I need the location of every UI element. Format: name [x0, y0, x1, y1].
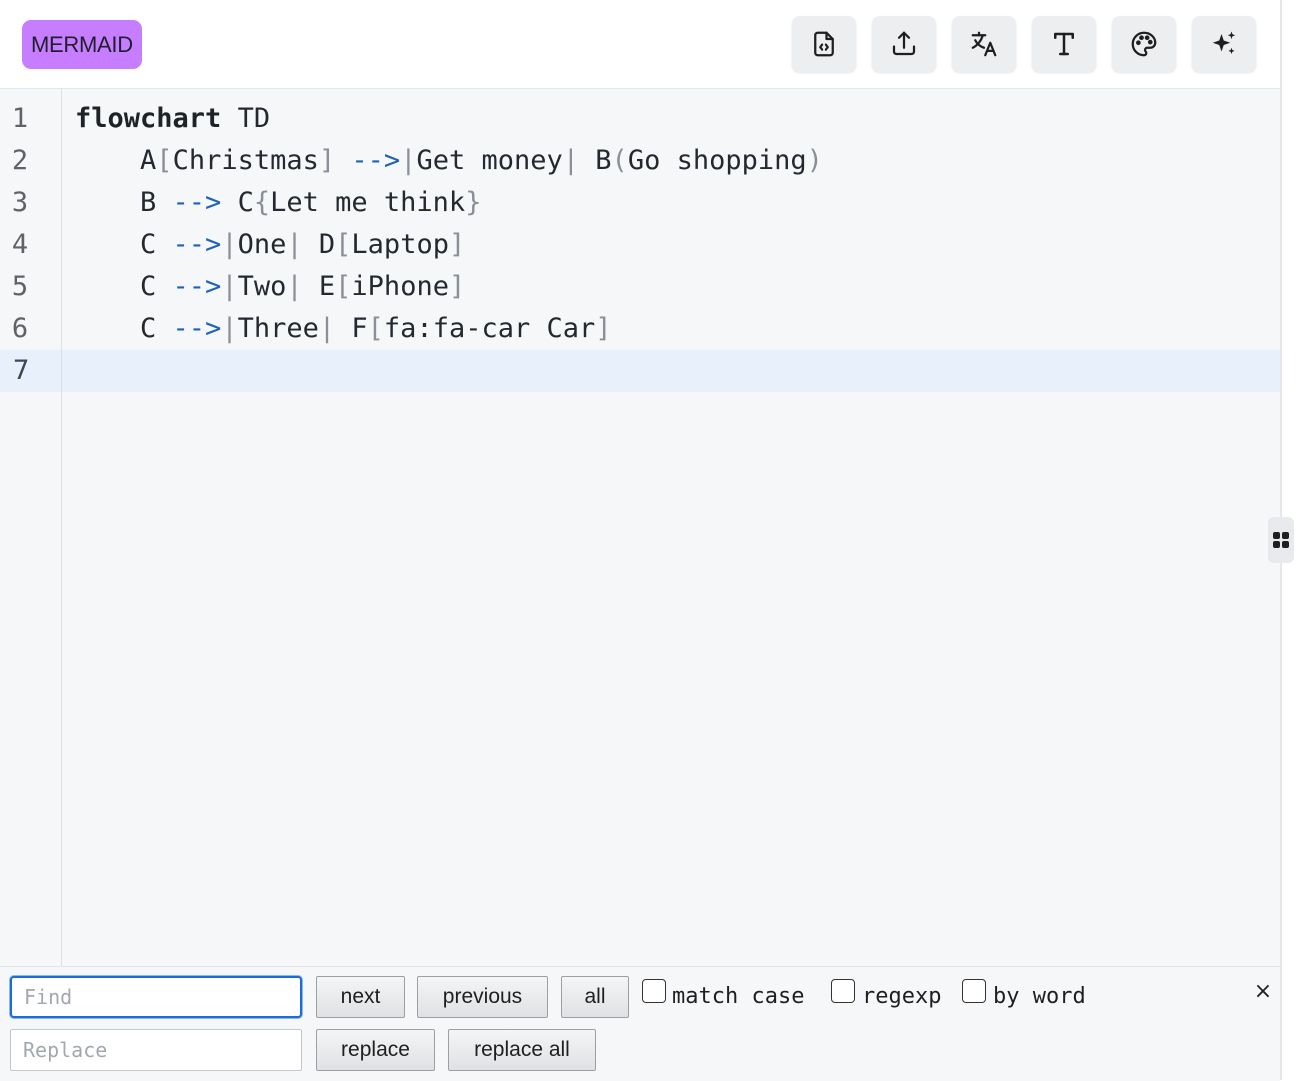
- code-token: TD: [221, 103, 271, 134]
- replace-placeholder: Replace: [23, 1038, 108, 1062]
- code-token: flowchart: [75, 103, 222, 134]
- match-case-label: match case: [672, 984, 805, 1009]
- regexp-label: regexp: [862, 984, 942, 1009]
- by-word-checkbox[interactable]: [962, 979, 986, 1003]
- code-token: Get money: [416, 145, 563, 176]
- code-token: -->: [172, 229, 222, 260]
- code-token: C: [140, 229, 173, 260]
- replace-all-button[interactable]: replace all: [448, 1029, 596, 1071]
- replace-button[interactable]: replace: [316, 1029, 435, 1071]
- by-word-label: by word: [993, 984, 1086, 1009]
- share-button[interactable]: [872, 16, 936, 72]
- code-token: -->: [351, 145, 401, 176]
- regexp-checkbox[interactable]: [831, 979, 855, 1003]
- line-number: 6: [11, 313, 29, 344]
- code-token: ]: [448, 229, 466, 260]
- code-token: [: [335, 229, 352, 260]
- find-input[interactable]: Find: [10, 976, 302, 1018]
- code-token: Three: [237, 313, 319, 344]
- code-token: |: [221, 229, 238, 260]
- code-line[interactable]: flowchart TD: [62, 98, 1280, 140]
- code-line[interactable]: [62, 350, 1280, 392]
- code-line[interactable]: C -->|Three| F[fa:fa-car Car]: [62, 308, 1280, 350]
- line-number: 2: [11, 145, 29, 176]
- line-number: 4: [11, 229, 29, 260]
- code-token: {: [253, 187, 271, 218]
- code-token: C: [140, 271, 173, 302]
- code-editor[interactable]: 1234567 flowchart TD A[Christmas] -->|Ge…: [0, 89, 1280, 966]
- line-number: 3: [11, 187, 29, 218]
- font-type-icon: [1054, 32, 1074, 56]
- line-number: 1: [11, 103, 29, 134]
- find-placeholder: Find: [24, 985, 73, 1009]
- code-token: |: [221, 313, 238, 344]
- share-upload-icon: [892, 31, 916, 56]
- code-token: -->: [172, 271, 222, 302]
- replace-input[interactable]: Replace: [10, 1029, 302, 1071]
- toolbar: MERMAID: [0, 0, 1280, 89]
- drag-handle-icon: [1273, 532, 1289, 548]
- code-token: Let me think: [270, 187, 466, 218]
- code-token: [: [335, 271, 352, 302]
- palette-icon: [1131, 31, 1157, 57]
- code-token: B: [579, 145, 612, 176]
- code-token: D: [302, 229, 336, 260]
- code-token: B: [140, 187, 173, 218]
- code-token: C: [140, 313, 173, 344]
- match-case-checkbox[interactable]: [642, 979, 666, 1003]
- code-token: ]: [595, 313, 612, 344]
- code-token: -->: [172, 187, 222, 218]
- ai-button[interactable]: [1192, 16, 1256, 72]
- sparkles-icon: [1212, 31, 1236, 54]
- line-number: 5: [11, 271, 29, 302]
- code-token: E: [302, 271, 336, 302]
- code-token: F: [335, 313, 368, 344]
- code-token: Two: [237, 271, 287, 302]
- code-token: Laptop: [351, 229, 449, 260]
- file-code-button[interactable]: [792, 16, 856, 72]
- font-button[interactable]: [1032, 16, 1096, 72]
- find-previous-button[interactable]: previous: [417, 976, 548, 1018]
- code-token: }: [465, 187, 482, 218]
- resize-handle[interactable]: [1268, 517, 1294, 563]
- code-line[interactable]: C -->|One| D[Laptop]: [62, 224, 1280, 266]
- code-token: fa:fa-car Car: [383, 313, 596, 344]
- code-token: ]: [318, 145, 336, 176]
- code-token: -->: [172, 313, 222, 344]
- code-token: Christmas: [172, 145, 319, 176]
- find-all-button[interactable]: all: [561, 976, 629, 1018]
- code-token: ): [806, 145, 823, 176]
- code-token: ]: [448, 271, 466, 302]
- code-line[interactable]: B --> C{Let me think}: [62, 182, 1280, 224]
- theme-button[interactable]: [1112, 16, 1176, 72]
- close-find-button[interactable]: ×: [1252, 978, 1274, 1004]
- code-token: (: [611, 145, 628, 176]
- code-line[interactable]: C -->|Two| E[iPhone]: [62, 266, 1280, 308]
- code-token: Go shopping: [627, 145, 807, 176]
- code-token: |: [562, 145, 580, 176]
- file-code-icon: [814, 31, 834, 57]
- code-token: A: [140, 145, 157, 176]
- code-token: C: [221, 187, 254, 218]
- line-number: 7: [0, 350, 61, 392]
- code-token: |: [400, 145, 417, 176]
- line-number-gutter: 1 2 3 4 5 6 7: [0, 89, 62, 966]
- code-token: |: [286, 229, 303, 260]
- code-token: [: [156, 145, 173, 176]
- code-token: |: [286, 271, 303, 302]
- translate-button[interactable]: [952, 16, 1016, 72]
- code-token: iPhone: [351, 271, 449, 302]
- mermaid-badge[interactable]: MERMAID: [22, 20, 142, 69]
- code-token: [: [367, 313, 384, 344]
- code-token: One: [237, 229, 287, 260]
- find-next-button[interactable]: next: [316, 976, 405, 1018]
- code-line[interactable]: A[Christmas] -->|Get money| B(Go shoppin…: [62, 140, 1280, 182]
- code-token: |: [318, 313, 336, 344]
- translate-icon: [971, 31, 997, 57]
- code-token: |: [221, 271, 238, 302]
